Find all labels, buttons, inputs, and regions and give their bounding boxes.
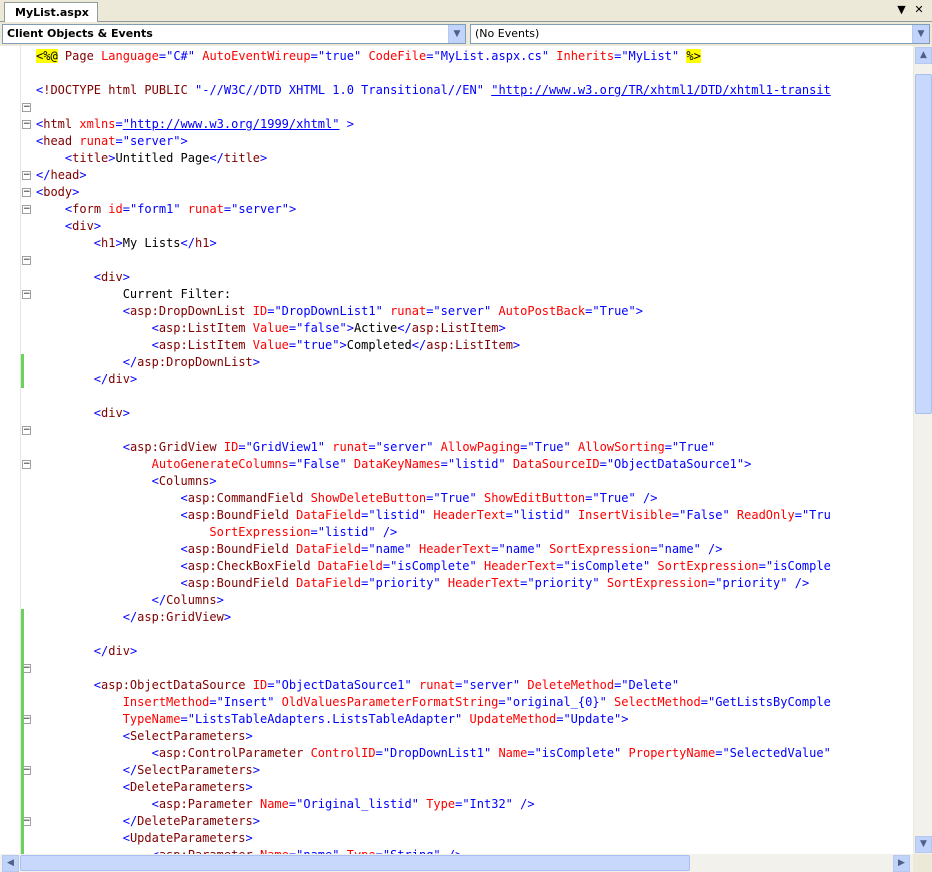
code-line[interactable]: AutoGenerateColumns="False" DataKeyNames… [36, 456, 752, 473]
code-line[interactable]: <asp:Parameter Name="name" Type="String"… [36, 847, 463, 854]
collapse-icon[interactable]: − [22, 290, 31, 299]
scroll-up-icon[interactable]: ▲ [915, 47, 932, 64]
code-line[interactable]: </SelectParameters> [36, 762, 260, 779]
code-line[interactable]: <div> [36, 269, 130, 286]
code-line[interactable]: <title>Untitled Page</title> [36, 150, 267, 167]
code-line[interactable]: </DeleteParameters> [36, 813, 260, 830]
collapse-icon[interactable]: − [22, 103, 31, 112]
change-indicator [21, 609, 24, 854]
navigation-bar: Client Objects & Events ▼ (No Events) ▼ [0, 22, 932, 46]
code-line[interactable]: <asp:BoundField DataField="priority" Hea… [36, 575, 810, 592]
code-line[interactable]: </div> [36, 643, 137, 660]
code-line[interactable]: Current Filter: [36, 286, 231, 303]
collapse-icon[interactable]: − [22, 205, 31, 214]
editor-gutter [0, 46, 20, 854]
client-objects-combo[interactable]: Client Objects & Events ▼ [2, 24, 466, 44]
tab-mylist-aspx[interactable]: MyList.aspx [4, 2, 98, 22]
document-tab-strip: MyList.aspx ▼ ✕ [0, 0, 932, 22]
change-indicator [21, 354, 24, 388]
code-line[interactable]: InsertMethod="Insert" OldValuesParameter… [36, 694, 831, 711]
code-line[interactable]: </asp:DropDownList> [36, 354, 260, 371]
vertical-scrollbar[interactable]: ▲ ▼ [913, 46, 932, 854]
code-line[interactable]: <Columns> [36, 473, 217, 490]
code-line[interactable]: <asp:CheckBoxField DataField="isComplete… [36, 558, 831, 575]
collapse-icon[interactable]: − [22, 120, 31, 129]
code-line[interactable]: <asp:ListItem Value="true">Completed</as… [36, 337, 521, 354]
code-line[interactable]: </Columns> [36, 592, 224, 609]
scrollbar-corner [913, 854, 932, 872]
code-line[interactable]: <div> [36, 405, 130, 422]
code-line[interactable]: <html xmlns="http://www.w3.org/1999/xhtm… [36, 116, 354, 133]
collapse-icon[interactable]: − [22, 256, 31, 265]
scroll-down-icon[interactable]: ▼ [915, 836, 932, 853]
chevron-down-icon[interactable]: ▼ [912, 25, 929, 43]
scroll-left-icon[interactable]: ◀ [2, 855, 19, 872]
window-buttons: ▼ ✕ [895, 3, 927, 16]
code-line[interactable]: <DeleteParameters> [36, 779, 253, 796]
events-combo-value: (No Events) [475, 27, 540, 40]
collapse-icon[interactable]: − [22, 426, 31, 435]
code-line[interactable]: <%@ Page Language="C#" AutoEventWireup="… [36, 48, 701, 65]
scroll-right-icon[interactable]: ▶ [893, 855, 910, 872]
code-line[interactable]: <form id="form1" runat="server"> [36, 201, 296, 218]
code-line[interactable]: </head> [36, 167, 87, 184]
collapse-icon[interactable]: − [22, 188, 31, 197]
code-editor[interactable]: <%@ Page Language="C#" AutoEventWireup="… [0, 46, 913, 854]
tab-label: MyList.aspx [15, 6, 89, 19]
code-line[interactable]: SortExpression="listid" /> [36, 524, 397, 541]
window-list-dropdown-icon[interactable]: ▼ [895, 3, 909, 16]
code-line[interactable]: <!DOCTYPE html PUBLIC "-//W3C//DTD XHTML… [36, 82, 831, 99]
code-line[interactable]: <div> [36, 218, 101, 235]
code-line[interactable]: </asp:GridView> [36, 609, 231, 626]
close-icon[interactable]: ✕ [912, 3, 926, 16]
code-line[interactable]: </div> [36, 371, 137, 388]
code-line[interactable]: <UpdateParameters> [36, 830, 253, 847]
code-line[interactable]: TypeName="ListsTableAdapters.ListsTableA… [36, 711, 629, 728]
chevron-down-icon[interactable]: ▼ [448, 25, 465, 43]
code-line[interactable]: <h1>My Lists</h1> [36, 235, 217, 252]
code-line[interactable]: <asp:GridView ID="GridView1" runat="serv… [36, 439, 716, 456]
code-line[interactable]: <asp:BoundField DataField="name" HeaderT… [36, 541, 723, 558]
client-objects-combo-value: Client Objects & Events [7, 27, 153, 40]
code-line[interactable]: <asp:CommandField ShowDeleteButton="True… [36, 490, 658, 507]
collapse-icon[interactable]: − [22, 171, 31, 180]
code-line[interactable]: <asp:ListItem Value="false">Active</asp:… [36, 320, 506, 337]
code-line[interactable]: <SelectParameters> [36, 728, 253, 745]
code-line[interactable]: <asp:ObjectDataSource ID="ObjectDataSour… [36, 677, 679, 694]
horizontal-scroll-thumb[interactable] [20, 855, 690, 871]
collapse-icon[interactable]: − [22, 460, 31, 469]
code-line[interactable]: <asp:DropDownList ID="DropDownList1" run… [36, 303, 643, 320]
vertical-scroll-thumb[interactable] [915, 74, 932, 414]
horizontal-scrollbar[interactable]: ◀ ▶ [0, 854, 913, 872]
code-line[interactable]: <body> [36, 184, 79, 201]
events-combo[interactable]: (No Events) ▼ [470, 24, 930, 44]
code-line[interactable]: <asp:ControlParameter ControlID="DropDow… [36, 745, 831, 762]
code-line[interactable]: <asp:Parameter Name="Original_listid" Ty… [36, 796, 535, 813]
code-line[interactable]: <head runat="server"> [36, 133, 188, 150]
code-line[interactable]: <asp:BoundField DataField="listid" Heade… [36, 507, 831, 524]
